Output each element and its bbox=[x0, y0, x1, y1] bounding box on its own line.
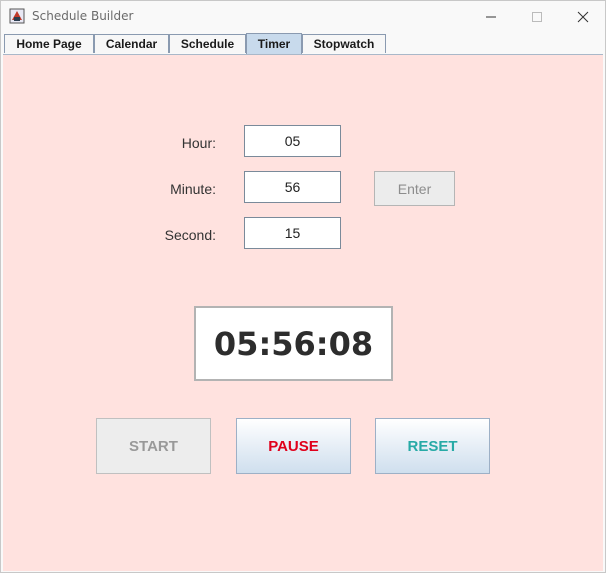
minimize-icon bbox=[486, 16, 496, 17]
timer-display: 05:56:08 bbox=[194, 306, 393, 381]
title-bar: Schedule Builder bbox=[1, 1, 605, 32]
close-button[interactable] bbox=[560, 1, 606, 32]
minute-field[interactable]: 56 bbox=[244, 171, 341, 203]
timer-panel: Hour: 05 Minute: 56 Second: 15 Enter 05:… bbox=[3, 54, 603, 571]
java-app-icon bbox=[9, 8, 25, 24]
maximize-button[interactable] bbox=[514, 1, 560, 32]
tab-timer[interactable]: Timer bbox=[246, 33, 302, 54]
second-field[interactable]: 15 bbox=[244, 217, 341, 249]
hour-label: Hour: bbox=[181, 135, 216, 151]
enter-button[interactable]: Enter bbox=[374, 171, 455, 206]
reset-button[interactable]: RESET bbox=[375, 418, 490, 474]
app-window: Schedule Builder Home Page Calendar Sche… bbox=[0, 0, 606, 573]
close-icon bbox=[577, 11, 589, 22]
minute-label: Minute: bbox=[170, 181, 216, 197]
start-button[interactable]: START bbox=[96, 418, 211, 474]
window-title: Schedule Builder bbox=[32, 9, 134, 23]
tab-stopwatch[interactable]: Stopwatch bbox=[302, 34, 386, 53]
maximize-icon bbox=[532, 11, 542, 22]
tab-schedule[interactable]: Schedule bbox=[169, 34, 246, 53]
hour-field[interactable]: 05 bbox=[244, 125, 341, 157]
tab-calendar[interactable]: Calendar bbox=[94, 34, 169, 53]
tab-bar: Home Page Calendar Schedule Timer Stopwa… bbox=[1, 32, 605, 54]
minimize-button[interactable] bbox=[468, 1, 514, 32]
tab-home-page[interactable]: Home Page bbox=[4, 34, 94, 53]
pause-button[interactable]: PAUSE bbox=[236, 418, 351, 474]
second-label: Second: bbox=[164, 227, 216, 243]
